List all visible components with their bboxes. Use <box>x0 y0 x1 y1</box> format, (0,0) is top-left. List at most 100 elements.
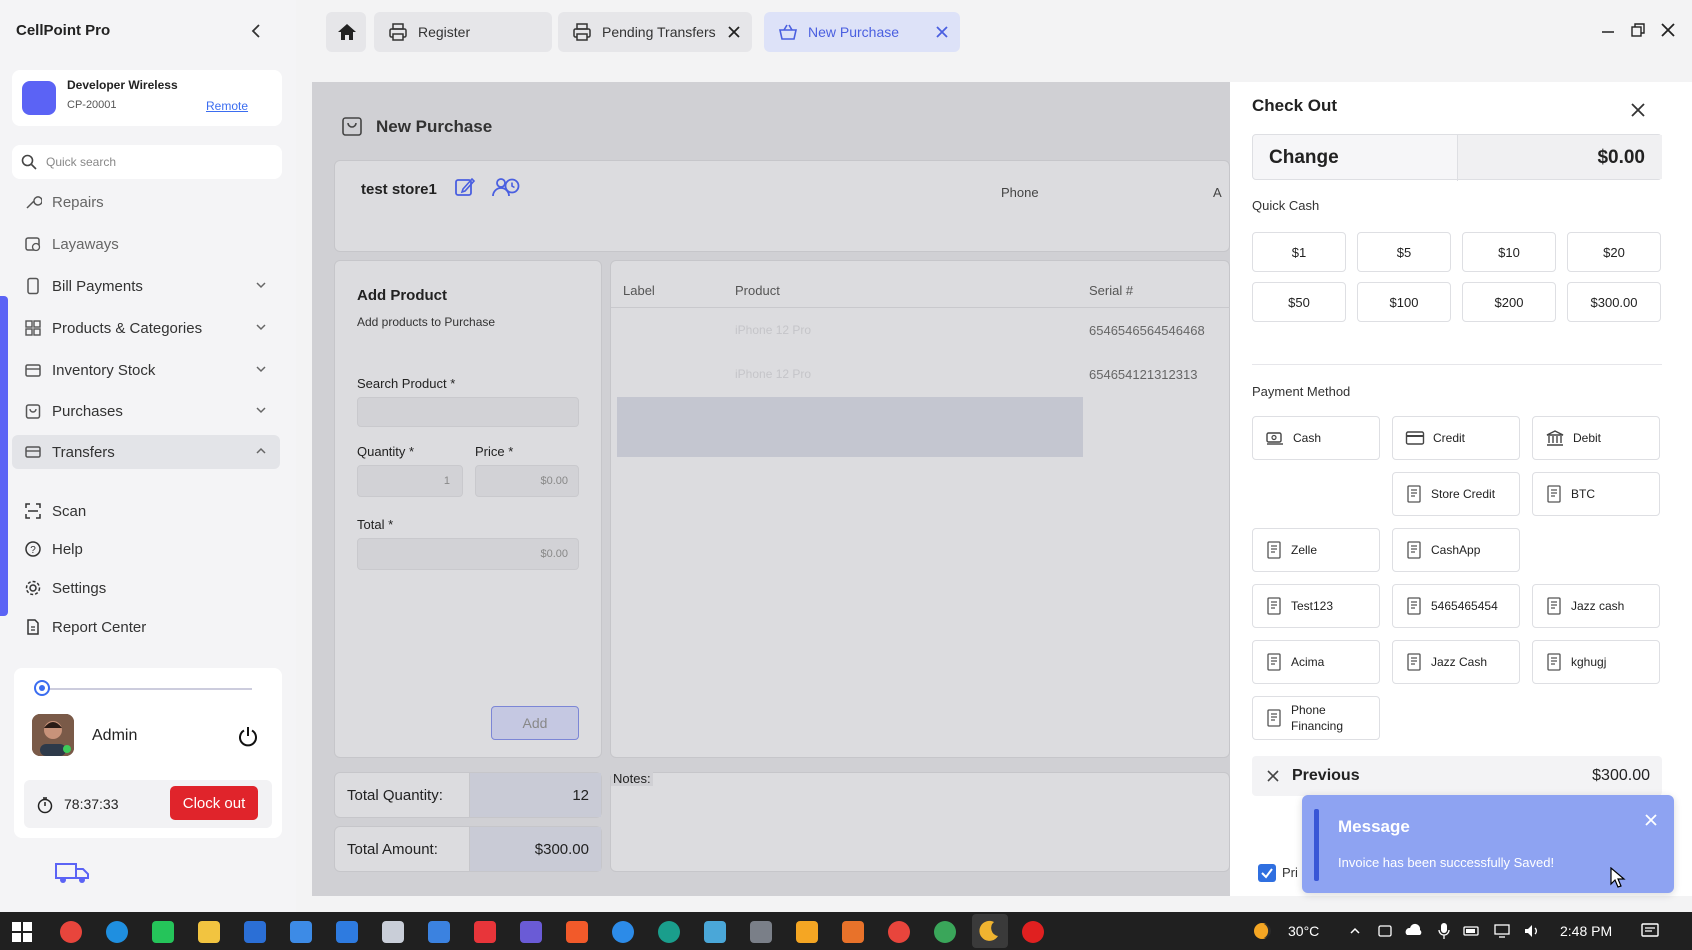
edge-icon[interactable] <box>106 921 128 943</box>
table-row[interactable]: iPhone 12 Pro 6546546564546468 <box>611 309 1231 353</box>
quick-cash-button[interactable]: $100 <box>1357 282 1451 322</box>
search-box[interactable]: Quick search <box>12 145 282 179</box>
collapse-sidebar-icon[interactable] <box>248 22 266 40</box>
quantity-input[interactable]: 1 <box>357 465 463 497</box>
sidebar-item-settings[interactable]: Settings <box>12 571 280 605</box>
sidebar-item-repairs[interactable]: Repairs <box>12 185 280 219</box>
quick-cash-button[interactable]: $50 <box>1252 282 1346 322</box>
quick-cash-button[interactable]: $300.00 <box>1567 282 1661 322</box>
temperature[interactable]: 30°C <box>1288 923 1319 939</box>
payment-kghugj-button[interactable]: kghugj <box>1532 640 1660 684</box>
add-button[interactable]: Add <box>491 706 579 740</box>
sidebar-item-purchases[interactable]: Purchases <box>12 394 280 428</box>
chevron-up-icon[interactable] <box>1348 924 1362 938</box>
quick-cash-button[interactable]: $1 <box>1252 232 1346 272</box>
notes-panel[interactable]: Notes: <box>610 771 1230 872</box>
app-icon[interactable] <box>428 921 450 943</box>
payment-zelle-button[interactable]: Zelle <box>1252 528 1380 572</box>
close-icon[interactable] <box>934 24 950 40</box>
sidebar-item-help[interactable]: ? Help <box>12 532 280 566</box>
column-header-product[interactable]: Product <box>735 283 780 298</box>
sidebar-item-transfers[interactable]: Transfers <box>12 435 280 469</box>
volume-icon[interactable] <box>1522 922 1542 940</box>
payment-credit-button[interactable]: Credit <box>1392 416 1520 460</box>
file-explorer-icon[interactable] <box>198 921 220 943</box>
sidebar-item-scan[interactable]: Scan <box>12 494 280 528</box>
slider-handle[interactable] <box>34 680 50 696</box>
app-icon[interactable] <box>842 921 864 943</box>
user-history-icon[interactable] <box>491 174 521 200</box>
close-icon[interactable] <box>1630 102 1646 118</box>
payment-btc-button[interactable]: BTC <box>1532 472 1660 516</box>
payment-jazz-cash-lower-button[interactable]: Jazz cash <box>1532 584 1660 628</box>
sidebar-item-layaways[interactable]: Layaways <box>12 227 280 261</box>
close-icon[interactable] <box>1266 769 1280 783</box>
close-icon[interactable] <box>1644 813 1658 827</box>
meet-icon[interactable] <box>1376 922 1394 940</box>
app-icon[interactable] <box>336 921 358 943</box>
microphone-icon[interactable] <box>1436 922 1452 940</box>
power-icon[interactable] <box>236 724 260 748</box>
chrome-icon[interactable] <box>888 921 910 943</box>
chrome-icon[interactable] <box>60 921 82 943</box>
app-icon[interactable] <box>474 921 496 943</box>
remote-link[interactable]: Remote <box>206 99 248 113</box>
payment-cash-button[interactable]: Cash <box>1252 416 1380 460</box>
brave-icon[interactable] <box>566 921 588 943</box>
quick-cash-button[interactable]: $200 <box>1462 282 1556 322</box>
payment-phone-financing-button[interactable]: Phone Financing <box>1252 696 1380 740</box>
windows-start-icon[interactable] <box>12 922 32 942</box>
payment-debit-button[interactable]: Debit <box>1532 416 1660 460</box>
battery-icon[interactable] <box>1462 922 1482 940</box>
store-icon[interactable] <box>244 921 266 943</box>
clock-out-button[interactable]: Clock out <box>170 786 258 820</box>
column-header-serial[interactable]: Serial # <box>1089 283 1133 298</box>
tab-new-purchase[interactable]: New Purchase <box>764 12 960 52</box>
quick-cash-button[interactable]: $5 <box>1357 232 1451 272</box>
close-window-icon[interactable] <box>1660 22 1676 38</box>
table-row[interactable]: iPhone 12 Pro 654654121312313 <box>611 353 1231 397</box>
record-icon[interactable] <box>1022 921 1044 943</box>
app-icon[interactable] <box>704 921 726 943</box>
store-card[interactable]: Developer Wireless CP-20001 Remote <box>12 70 282 126</box>
sidebar-item-inventory[interactable]: Inventory Stock <box>12 353 280 387</box>
print-label[interactable]: Pri <box>1282 865 1298 880</box>
weather-icon[interactable] <box>1250 920 1274 942</box>
search-input[interactable]: Quick search <box>46 155 116 169</box>
sidebar-item-products[interactable]: Products & Categories <box>12 311 280 345</box>
restore-icon[interactable] <box>1630 22 1646 38</box>
quick-cash-button[interactable]: $20 <box>1567 232 1661 272</box>
close-icon[interactable] <box>726 24 742 40</box>
calculator-icon[interactable] <box>750 921 772 943</box>
delivery-truck-icon[interactable] <box>52 860 92 886</box>
price-input[interactable]: $0.00 <box>475 465 579 497</box>
slider-track[interactable] <box>42 688 252 690</box>
app-icon[interactable] <box>612 921 634 943</box>
minimize-icon[interactable] <box>1600 24 1616 40</box>
search-product-input[interactable] <box>357 397 579 427</box>
home-tab[interactable] <box>326 12 366 52</box>
payment-store-credit-button[interactable]: Store Credit <box>1392 472 1520 516</box>
sidebar-item-bill-payments[interactable]: Bill Payments <box>12 269 280 303</box>
taskbar-clock[interactable]: 2:48 PM <box>1560 923 1612 939</box>
active-app-icon[interactable] <box>972 914 1008 948</box>
notifications-icon[interactable] <box>1640 921 1660 941</box>
tab-register[interactable]: Register <box>374 12 552 52</box>
quick-cash-button[interactable]: $10 <box>1462 232 1556 272</box>
app-icon[interactable] <box>382 921 404 943</box>
app-icon[interactable] <box>658 921 680 943</box>
payment-5465465454-button[interactable]: 5465465454 <box>1392 584 1520 628</box>
sidebar-item-report-center[interactable]: Report Center <box>12 610 280 644</box>
app-icon[interactable] <box>290 921 312 943</box>
chrome-icon[interactable] <box>934 921 956 943</box>
tab-pending-transfers[interactable]: Pending Transfers <box>558 12 752 52</box>
column-header-label[interactable]: Label <box>623 283 655 298</box>
payment-cashapp-button[interactable]: CashApp <box>1392 528 1520 572</box>
payment-test123-button[interactable]: Test123 <box>1252 584 1380 628</box>
edit-icon[interactable] <box>453 175 477 199</box>
onedrive-icon[interactable] <box>1404 922 1424 940</box>
teams-icon[interactable] <box>520 921 542 943</box>
payment-acima-button[interactable]: Acima <box>1252 640 1380 684</box>
app-icon[interactable] <box>796 921 818 943</box>
payment-jazz-cash-button[interactable]: Jazz Cash <box>1392 640 1520 684</box>
